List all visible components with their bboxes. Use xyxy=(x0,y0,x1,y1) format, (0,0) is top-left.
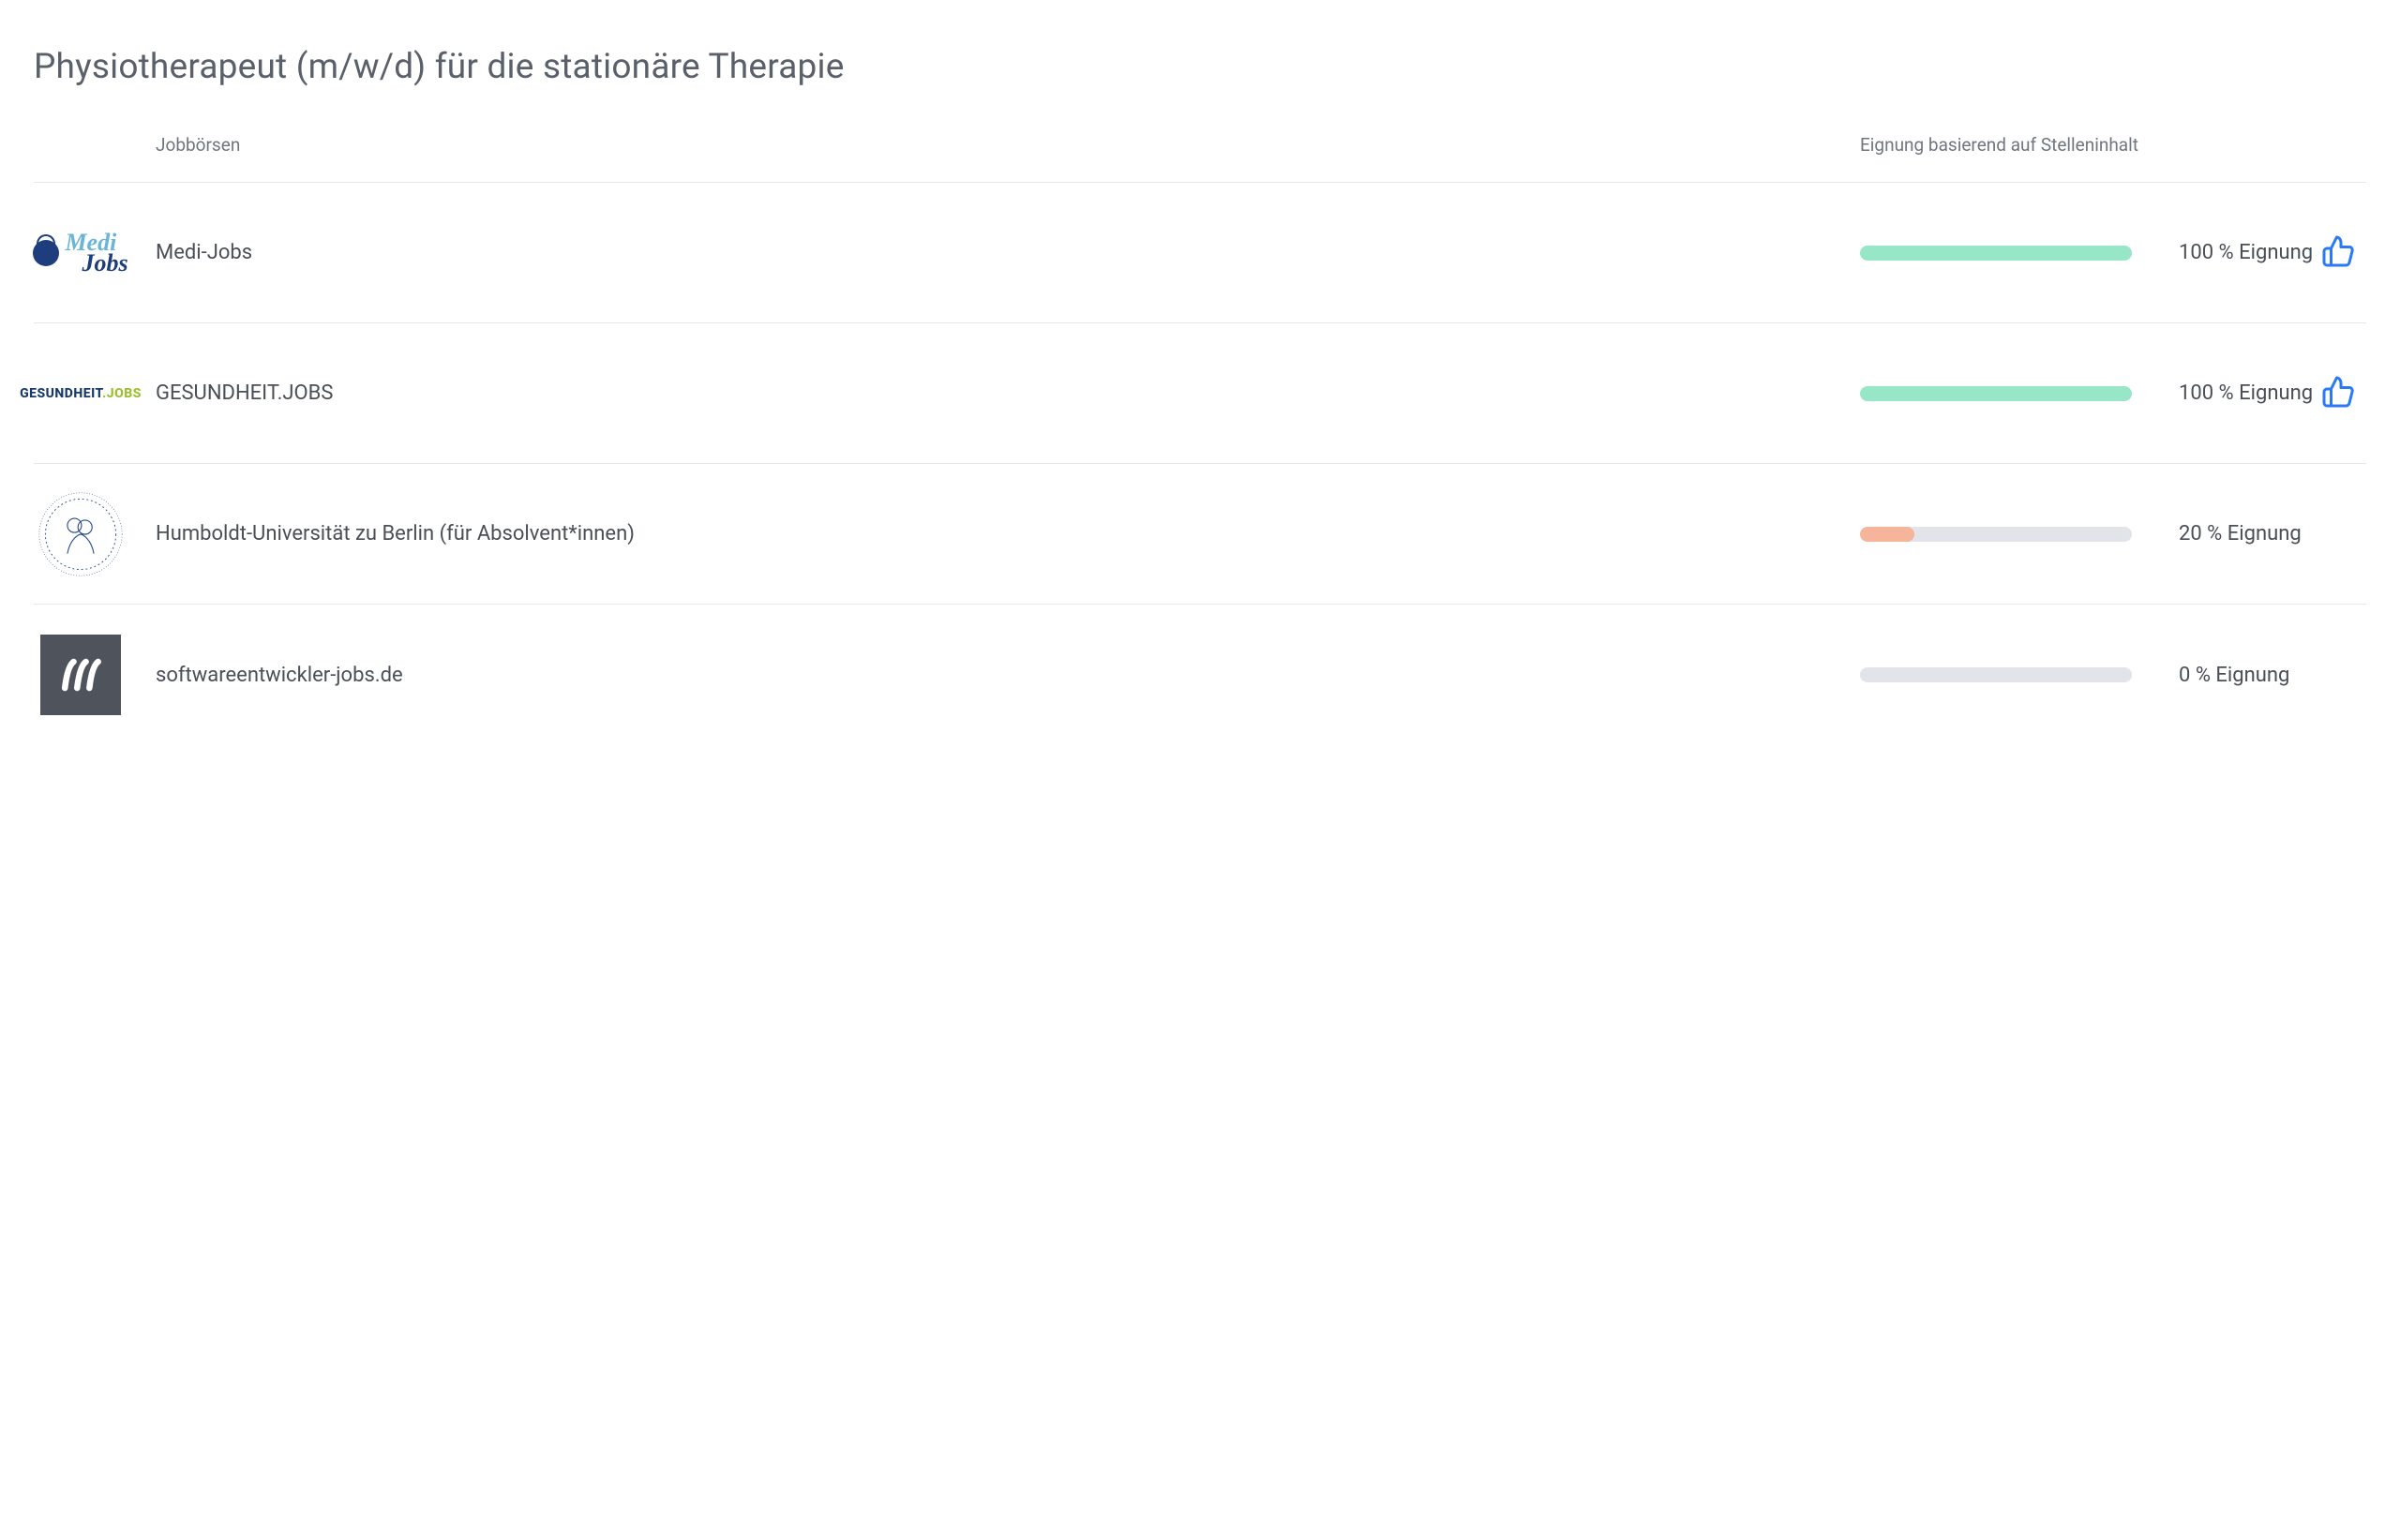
table-header-row: Jobbörsen Eignung basierend auf Stelleni… xyxy=(34,134,2366,183)
suitability-percent: 0 % Eignung xyxy=(2179,664,2289,687)
suitability-percent: 100 % Eignung xyxy=(2179,381,2313,405)
suitability-bar xyxy=(1860,246,2132,261)
medi-jobs-logo: MediJobs xyxy=(33,231,128,276)
suitability-bar xyxy=(1860,667,2132,682)
thumbs-up-icon[interactable] xyxy=(2321,375,2355,412)
page-title: Physiotherapeut (m/w/d) für die stationä… xyxy=(34,47,2366,87)
table-row: MediJobs Medi-Jobs 100 % Eignung xyxy=(34,183,2366,323)
jobboard-name: Medi-Jobs xyxy=(156,241,252,264)
table-row: GESUNDHEIT.JOBSGESUNDHEIT.JOBS100 % Eign… xyxy=(34,323,2366,464)
suitability-bar xyxy=(1860,386,2132,401)
suitability-bar xyxy=(1860,527,2132,542)
thumbs-up-icon[interactable] xyxy=(2321,234,2355,272)
col-header-jobboards: Jobbörsen xyxy=(156,134,1860,156)
suitability-percent: 100 % Eignung xyxy=(2179,241,2313,264)
jobboard-name: softwareentwickler-jobs.de xyxy=(156,664,403,687)
col-header-suitability: Eignung basierend auf Stelleninhalt xyxy=(1860,134,2141,156)
humboldt-universitaet-logo xyxy=(37,490,125,578)
jobboard-name: GESUNDHEIT.JOBS xyxy=(156,381,333,405)
table-row: softwareentwickler-jobs.de 0 % Eignung xyxy=(34,605,2366,745)
gesundheit-jobs-logo: GESUNDHEIT.JOBS xyxy=(20,386,142,401)
table-row: Humboldt-Universität zu Berlin (für Abso… xyxy=(34,464,2366,605)
suitability-percent: 20 % Eignung xyxy=(2179,522,2302,546)
softwareentwickler-jobs-logo xyxy=(40,635,121,715)
jobboard-name: Humboldt-Universität zu Berlin (für Abso… xyxy=(156,522,635,546)
